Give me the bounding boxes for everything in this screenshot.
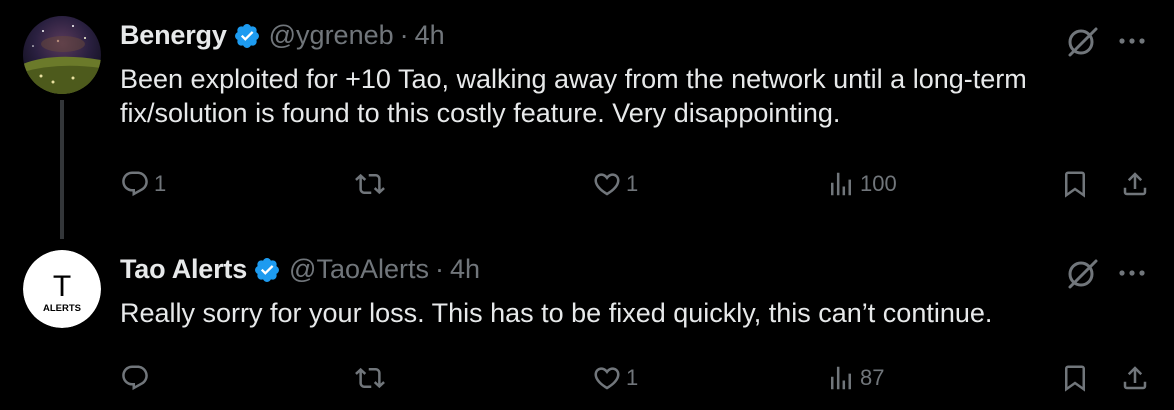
- tweet-header: Benergy @ygreneb · 4h: [120, 20, 445, 51]
- views-button[interactable]: 87: [826, 358, 884, 398]
- like-count: 1: [626, 365, 639, 390]
- bookmark-button[interactable]: [1060, 358, 1090, 398]
- share-button[interactable]: [1120, 164, 1150, 204]
- views-count: 100: [860, 171, 897, 196]
- views-icon: [831, 172, 851, 196]
- handle[interactable]: @ygreneb: [269, 20, 394, 51]
- avatar-image: [23, 16, 101, 94]
- like-button[interactable]: 1: [592, 358, 638, 398]
- share-icon: [1123, 366, 1147, 390]
- like-icon: [594, 367, 620, 390]
- reply-count: 1: [154, 171, 167, 196]
- avatar[interactable]: T ALERTS: [23, 250, 101, 328]
- reply-icon: [122, 365, 148, 391]
- avatar-word: ALERTS: [43, 303, 81, 314]
- reply-button[interactable]: [120, 358, 154, 398]
- retweet-icon: [355, 367, 385, 389]
- retweet-button[interactable]: [355, 358, 389, 398]
- views-button[interactable]: 100: [826, 164, 897, 204]
- retweet-icon: [355, 173, 385, 195]
- tweet-text: Really sorry for your loss. This has to …: [120, 298, 993, 328]
- retweet-button[interactable]: [355, 164, 389, 204]
- tweet-header: Tao Alerts @TaoAlerts · 4h: [120, 254, 480, 285]
- bookmark-icon: [1065, 171, 1085, 198]
- reply-icon: [122, 171, 148, 197]
- tao-alerts-logo: T ALERTS: [23, 250, 101, 328]
- verified-badge-icon: [234, 23, 259, 48]
- tweet[interactable]: T ALERTS Tao Alerts @TaoAlerts · 4h Real…: [0, 232, 1174, 410]
- separator-dot: ·: [399, 20, 409, 50]
- grok-icon[interactable]: [1062, 24, 1102, 58]
- share-button[interactable]: [1120, 358, 1150, 398]
- views-count: 87: [860, 365, 885, 390]
- more-icon[interactable]: [1112, 256, 1152, 290]
- handle[interactable]: @TaoAlerts: [289, 254, 429, 285]
- more-icon[interactable]: [1112, 24, 1152, 58]
- like-button[interactable]: 1: [592, 164, 638, 204]
- display-name[interactable]: Tao Alerts: [120, 254, 247, 285]
- tweet[interactable]: Benergy @ygreneb · 4h Been exploited for…: [0, 0, 1174, 239]
- timestamp[interactable]: 4h: [450, 254, 480, 285]
- bookmark-icon: [1065, 365, 1085, 392]
- action-bar: 1 87: [0, 358, 1174, 398]
- avatar[interactable]: [23, 16, 101, 94]
- bookmark-button[interactable]: [1060, 164, 1090, 204]
- like-icon: [594, 173, 620, 196]
- grok-icon[interactable]: [1062, 256, 1102, 290]
- tweet-text: Been exploited for +10 Tao, walking away…: [120, 64, 1027, 128]
- like-count: 1: [626, 171, 639, 196]
- reply-button[interactable]: 1: [120, 164, 166, 204]
- display-name[interactable]: Benergy: [120, 20, 227, 51]
- separator-dot: ·: [435, 254, 444, 284]
- timestamp[interactable]: 4h: [415, 20, 445, 51]
- avatar-letter: T: [53, 270, 71, 303]
- action-bar: 1 1 100: [0, 164, 1174, 204]
- verified-badge-icon: [255, 257, 279, 282]
- views-icon: [831, 366, 851, 390]
- share-icon: [1123, 172, 1147, 196]
